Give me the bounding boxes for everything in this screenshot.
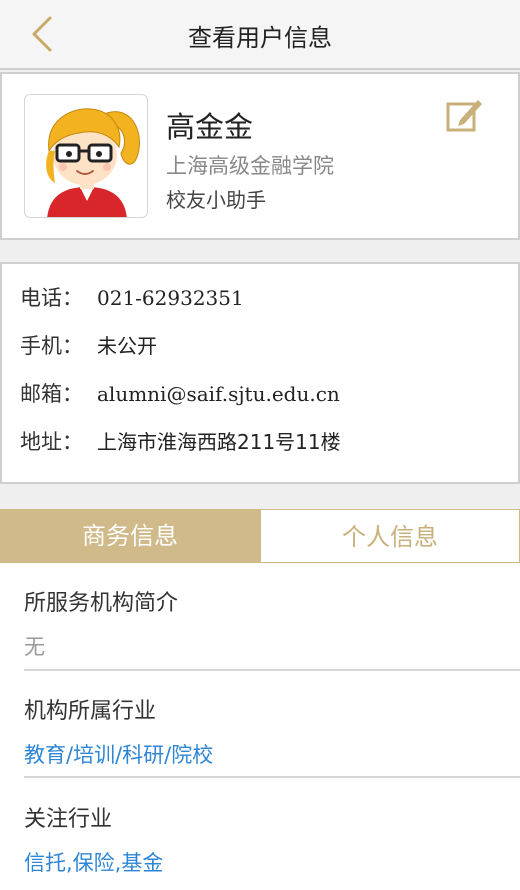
tab-business-info[interactable]: 商务信息 bbox=[0, 509, 260, 563]
address-value: 上海市淮海西路211号11楼 bbox=[97, 430, 341, 454]
divider bbox=[24, 776, 520, 778]
divider bbox=[24, 669, 520, 671]
avatar bbox=[24, 94, 148, 218]
industry-section: 机构所属行业 教育/培训/科研/院校 bbox=[24, 693, 496, 769]
phone-label: 电话： bbox=[20, 286, 83, 310]
info-tabs: 商务信息 个人信息 bbox=[0, 509, 520, 563]
page-title: 查看用户信息 bbox=[188, 24, 332, 52]
email-label: 邮箱： bbox=[20, 382, 83, 406]
industry-title: 机构所属行业 bbox=[24, 699, 157, 724]
profile-card: 高金金 上海高级金融学院 校友小助手 bbox=[0, 72, 520, 240]
org-intro-title: 所服务机构简介 bbox=[24, 591, 179, 616]
follow-industry-title: 关注行业 bbox=[24, 807, 113, 832]
org-intro-value: 无 bbox=[24, 635, 45, 659]
tab-personal-info[interactable]: 个人信息 bbox=[260, 509, 520, 563]
follow-industry-section: 关注行业 信托,保险,基金 bbox=[24, 801, 496, 877]
address-label: 地址： bbox=[20, 430, 83, 454]
profile-name: 高金金 bbox=[166, 110, 254, 144]
mobile-label: 手机： bbox=[20, 334, 83, 358]
email-row: 邮箱： alumni@saif.sjtu.edu.cn bbox=[20, 378, 340, 408]
org-intro-section: 所服务机构简介 无 bbox=[24, 585, 496, 661]
email-value[interactable]: alumni@saif.sjtu.edu.cn bbox=[97, 382, 340, 406]
profile-role: 校友小助手 bbox=[166, 188, 266, 212]
business-info-panel: 所服务机构简介 无 机构所属行业 教育/培训/科研/院校 关注行业 信托,保险,… bbox=[0, 563, 520, 890]
phone-row: 电话： 021-62932351 bbox=[20, 282, 244, 312]
profile-school: 上海高级金融学院 bbox=[166, 154, 334, 178]
edit-icon[interactable] bbox=[444, 96, 484, 136]
phone-value[interactable]: 021-62932351 bbox=[97, 286, 244, 310]
avatar-cartoon-icon bbox=[46, 108, 140, 217]
mobile-row: 手机： 未公开 bbox=[20, 330, 157, 360]
address-row: 地址： 上海市淮海西路211号11楼 bbox=[20, 426, 341, 456]
contact-card: 电话： 021-62932351 手机： 未公开 邮箱： alumni@saif.sj… bbox=[0, 262, 520, 484]
follow-industry-value[interactable]: 信托,保险,基金 bbox=[24, 847, 496, 877]
nav-bar: 查看用户信息 bbox=[0, 0, 520, 70]
industry-value[interactable]: 教育/培训/科研/院校 bbox=[24, 739, 496, 769]
mobile-value: 未公开 bbox=[97, 334, 157, 358]
